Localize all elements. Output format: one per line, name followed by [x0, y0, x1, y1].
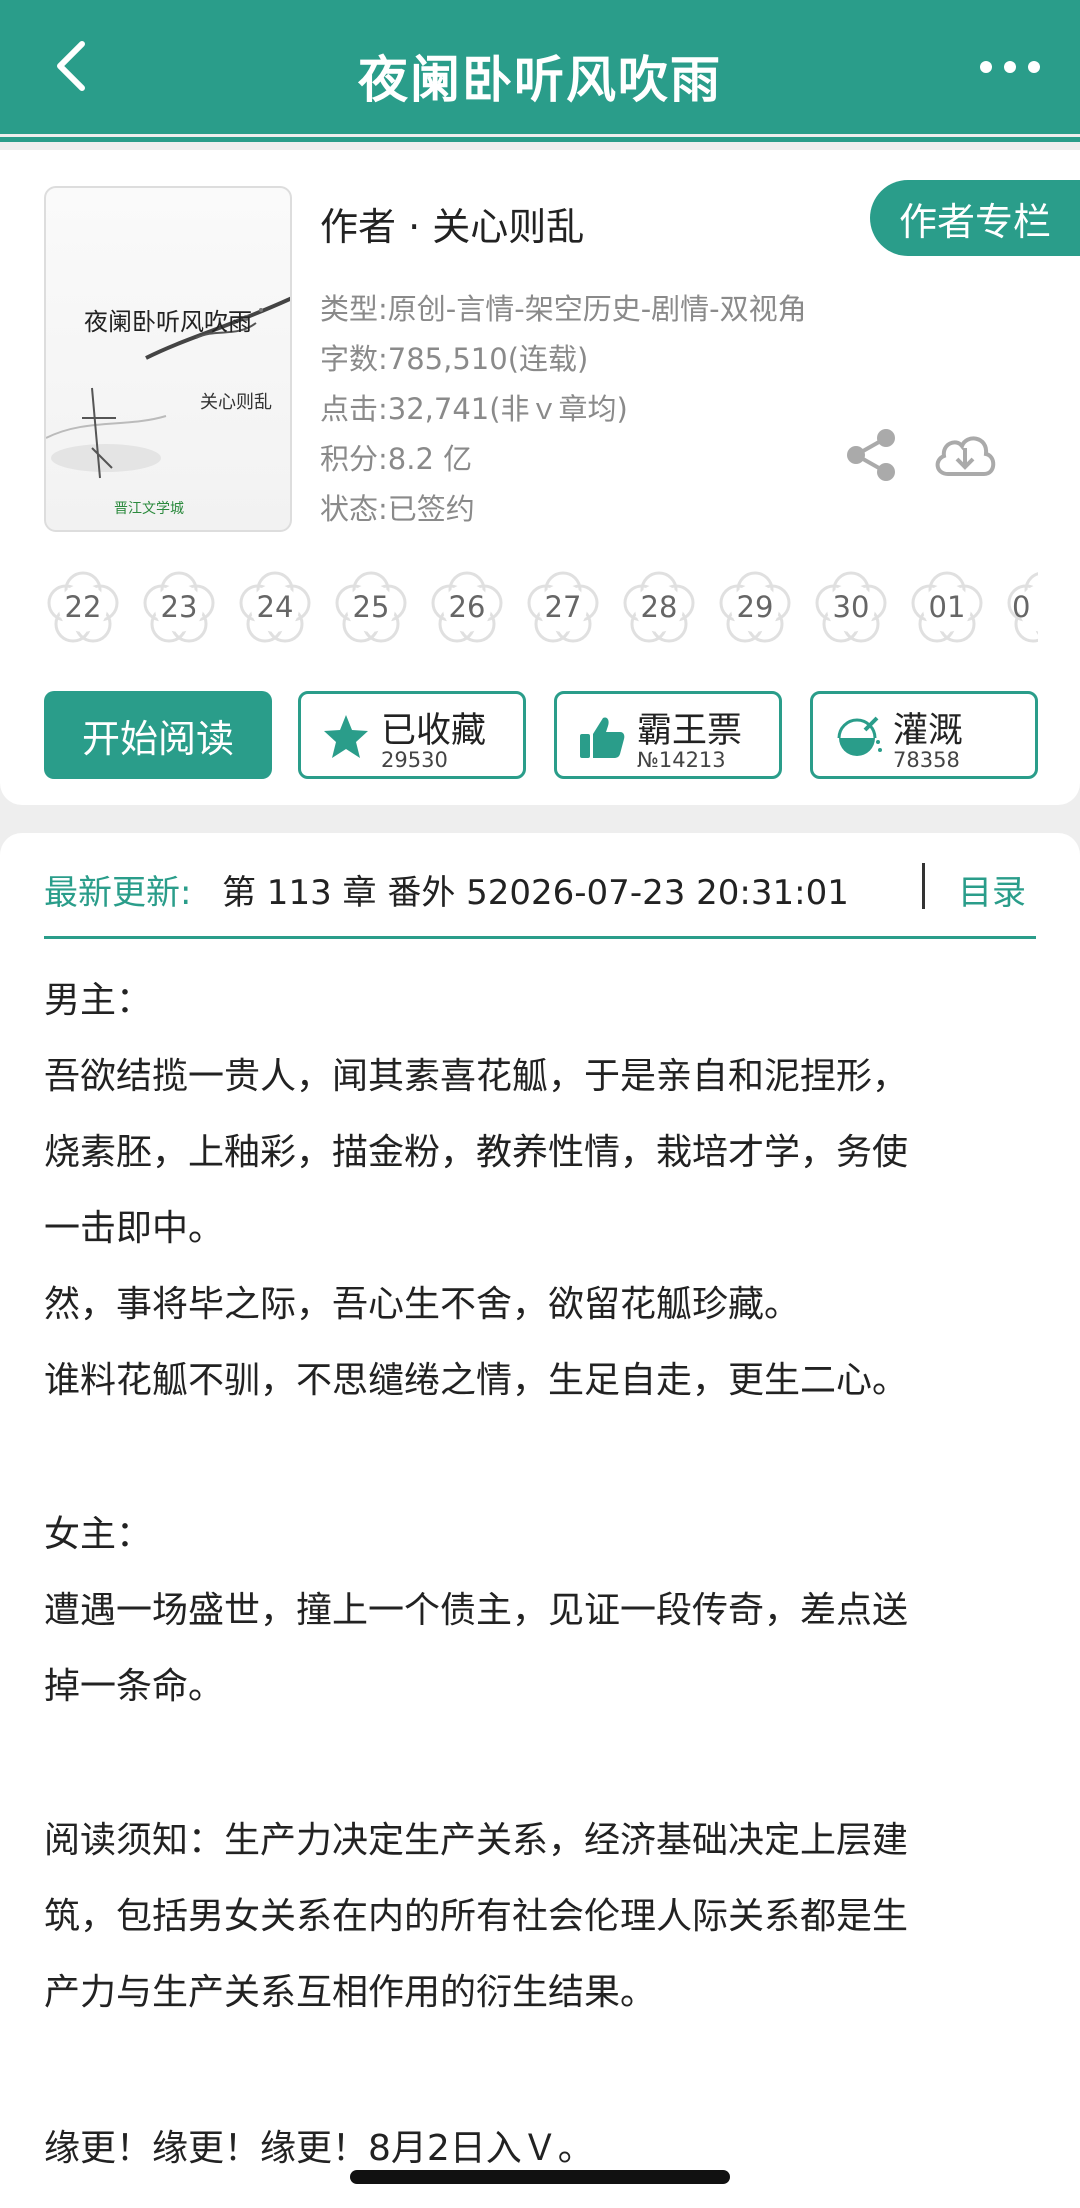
sign-status: 状态:已签约: [320, 492, 475, 526]
star-icon: [321, 712, 371, 762]
latest-chapter-link[interactable]: 第 113 章 番外 52026-07-23 20:31:01: [222, 865, 849, 914]
synopsis-line: 产力与生产关系互相作用的衍生结果。: [44, 1972, 657, 2013]
synopsis-line: 掉一条命。: [44, 1666, 225, 1707]
word-count: 字数:785,510(连载): [320, 342, 589, 376]
page-title: 夜阑卧听风吹雨: [358, 51, 722, 109]
irrigate-label: 灌溉: [893, 711, 964, 751]
book-type: 类型:原创-言情-架空历史-剧情-双视角: [320, 292, 807, 326]
synopsis-line: 女主：: [44, 1514, 153, 1555]
score: 积分:8.2 亿: [320, 442, 473, 476]
cover-logo: 晋江文学城: [114, 501, 184, 517]
back-arrow-icon[interactable]: [44, 36, 104, 96]
favorite-label: 已收藏: [381, 711, 487, 751]
thumbs-up-icon: [577, 712, 627, 762]
latest-update-label: 最新更新:: [44, 873, 192, 913]
top-bar: 夜阑卧听风吹雨: [0, 0, 1080, 134]
author-name[interactable]: 作者 · 关心则乱: [320, 196, 584, 251]
synopsis-line: 吾欲结揽一贵人，闻其素喜花觚，于是亲自和泥捏形，: [44, 1056, 909, 1097]
share-icon[interactable]: [842, 426, 900, 484]
irrigate-count: 78358: [893, 748, 960, 772]
table-of-contents-link[interactable]: 目录: [958, 865, 1026, 914]
date-flower[interactable]: 26: [428, 568, 506, 646]
download-cloud-icon[interactable]: [930, 428, 1000, 484]
ticket-count: №14213: [637, 748, 726, 772]
date-flower[interactable]: 25: [332, 568, 410, 646]
synopsis-line: 筑，包括男女关系在内的所有社会伦理人际关系都是生: [44, 1896, 909, 1937]
start-reading-button[interactable]: 开始阅读: [44, 691, 272, 779]
synopsis-line: 烧素胚，上釉彩，描金粉，教养性情，栽培才学，务使: [44, 1132, 909, 1173]
synopsis-line: 男主：: [44, 980, 153, 1021]
date-flower[interactable]: 01: [908, 568, 986, 646]
synopsis-card: 最新更新: 第 113 章 番外 52026-07-23 20:31:01 目录…: [0, 833, 1080, 2208]
update-separator: [922, 863, 925, 909]
home-indicator[interactable]: [350, 2170, 730, 2184]
more-icon[interactable]: [980, 52, 1040, 82]
overlord-ticket-button[interactable]: 霸王票 №14213: [554, 691, 782, 779]
favorite-count: 29530: [381, 748, 448, 772]
cover-author: 关心则乱: [200, 392, 272, 413]
book-cover[interactable]: 夜阑卧听风吹雨 关心则乱 晋江文学城: [44, 186, 292, 532]
synopsis-line: 缘更！缘更！缘更！8月2日入Ｖ。: [44, 2128, 594, 2169]
date-flower[interactable]: 28: [620, 568, 698, 646]
nutrient-flask-icon: [833, 712, 883, 762]
author-column-button[interactable]: 作者专栏: [870, 180, 1080, 256]
synopsis-line: 然，事将毕之际，吾心生不舍，欲留花觚珍藏。: [44, 1284, 801, 1325]
date-flower[interactable]: 22: [44, 568, 122, 646]
update-divider: [44, 936, 1036, 939]
date-flower[interactable]: 29: [716, 568, 794, 646]
header-divider: [0, 137, 1080, 142]
synopsis-line: 遭遇一场盛世，撞上一个债主，见证一段传奇，差点送: [44, 1590, 909, 1631]
synopsis-line: 阅读须知：生产力决定生产关系，经济基础决定上层建: [44, 1820, 909, 1861]
book-info-card: 夜阑卧听风吹雨 关心则乱 晋江文学城 作者 · 关心则乱 作者专栏 类型:原创-…: [0, 150, 1080, 805]
date-flower[interactable]: 30: [812, 568, 890, 646]
favorite-button[interactable]: 已收藏 29530: [298, 691, 526, 779]
cover-title: 夜阑卧听风吹雨: [84, 308, 252, 336]
click-count: 点击:32,741(非ｖ章均): [320, 392, 628, 426]
ticket-label: 霸王票: [637, 711, 743, 751]
date-flower[interactable]: 0: [1004, 568, 1038, 646]
synopsis-line: 谁料花觚不驯，不思缱绻之情，生足自走，更生二心。: [44, 1360, 909, 1401]
irrigate-button[interactable]: 灌溉 78358: [810, 691, 1038, 779]
synopsis-line: 一击即中。: [44, 1208, 225, 1249]
date-flower[interactable]: 23: [140, 568, 218, 646]
date-flower[interactable]: 27: [524, 568, 602, 646]
date-flower[interactable]: 24: [236, 568, 314, 646]
